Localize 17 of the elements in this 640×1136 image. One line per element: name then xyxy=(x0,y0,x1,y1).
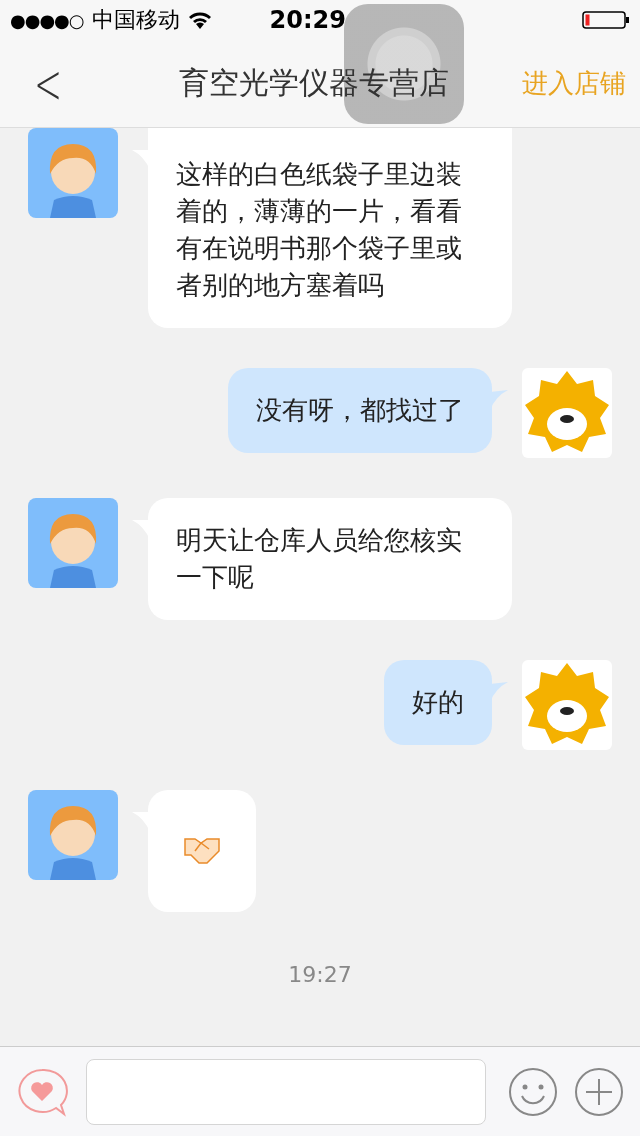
message-input[interactable] xyxy=(86,1058,486,1125)
agent-avatar-icon xyxy=(28,128,118,218)
sun-avatar-icon xyxy=(522,368,612,458)
back-button[interactable]: < xyxy=(34,55,58,112)
heart-bubble-icon[interactable] xyxy=(16,1066,68,1117)
message-time: 19:27 xyxy=(288,962,352,987)
handshake-icon xyxy=(183,837,221,865)
agent-avatar-icon xyxy=(28,498,118,588)
sun-avatar-icon xyxy=(522,660,612,750)
signal-dots: ●●●●○ xyxy=(10,9,84,31)
shop-title: 育空光学仪器专营店 xyxy=(178,64,450,102)
plus-icon[interactable] xyxy=(574,1066,624,1117)
carrier-name: 中国移动 xyxy=(91,6,180,34)
clock-time: 20:29 xyxy=(269,6,346,34)
smiley-icon[interactable] xyxy=(508,1066,558,1117)
agent-avatar-icon xyxy=(28,790,118,880)
wifi-icon xyxy=(187,11,212,29)
